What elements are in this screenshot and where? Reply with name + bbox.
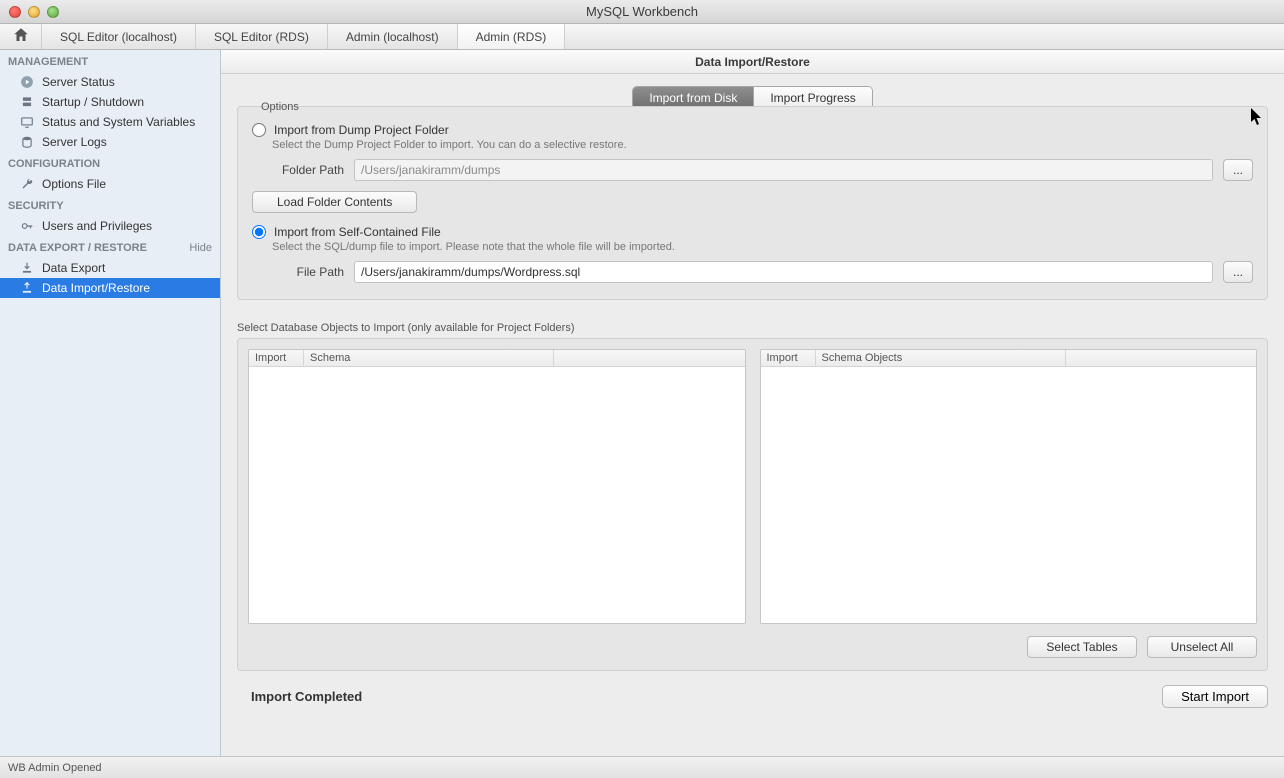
home-button[interactable] bbox=[0, 24, 42, 49]
wrench-icon bbox=[20, 177, 34, 191]
traffic-lights bbox=[9, 6, 59, 18]
key-icon bbox=[20, 219, 34, 233]
sidebar-item-label: Startup / Shutdown bbox=[42, 95, 144, 109]
sidebar-item-label: Options File bbox=[42, 177, 106, 191]
schema-table[interactable]: Import Schema bbox=[248, 349, 746, 624]
sidebar-item-label: Status and System Variables bbox=[42, 115, 195, 129]
titlebar: MySQL Workbench bbox=[0, 0, 1284, 24]
page-title: Data Import/Restore bbox=[221, 50, 1284, 74]
sidebar-section-data: DATA EXPORT / RESTORE Hide bbox=[0, 236, 220, 258]
tab-admin-localhost[interactable]: Admin (localhost) bbox=[328, 24, 458, 49]
import-status: Import Completed bbox=[251, 689, 362, 704]
sidebar-item-data-import-restore[interactable]: Data Import/Restore bbox=[0, 278, 220, 298]
sidebar: MANAGEMENT Server Status Startup / Shutd… bbox=[0, 50, 221, 756]
play-icon bbox=[20, 75, 34, 89]
sidebar-item-label: Data Export bbox=[42, 261, 105, 275]
status-bar-text: WB Admin Opened bbox=[8, 762, 102, 774]
sidebar-section-configuration: CONFIGURATION bbox=[0, 152, 220, 174]
objects-group-label: Select Database Objects to Import (only … bbox=[237, 322, 1268, 334]
file-path-input[interactable] bbox=[354, 261, 1213, 283]
sidebar-item-server-logs[interactable]: Server Logs bbox=[0, 132, 220, 152]
tab-sql-editor-rds[interactable]: SQL Editor (RDS) bbox=[196, 24, 328, 49]
radio-label: Import from Dump Project Folder bbox=[274, 123, 449, 137]
connection-tabs: SQL Editor (localhost) SQL Editor (RDS) … bbox=[0, 24, 1284, 50]
section-title: SECURITY bbox=[8, 200, 64, 212]
section-title: MANAGEMENT bbox=[8, 56, 88, 68]
home-icon bbox=[12, 26, 30, 47]
unselect-all-button[interactable]: Unselect All bbox=[1147, 636, 1257, 658]
folder-path-input[interactable] bbox=[354, 159, 1213, 181]
sidebar-item-users-privileges[interactable]: Users and Privileges bbox=[0, 216, 220, 236]
file-path-label: File Path bbox=[272, 265, 344, 279]
section-title: DATA EXPORT / RESTORE bbox=[8, 242, 147, 254]
main-panel: Data Import/Restore Import from Disk Imp… bbox=[221, 50, 1284, 756]
col-spacer bbox=[554, 350, 745, 366]
start-import-button[interactable]: Start Import bbox=[1162, 685, 1268, 708]
tab-admin-rds[interactable]: Admin (RDS) bbox=[458, 24, 566, 49]
close-window-button[interactable] bbox=[9, 6, 21, 18]
schema-objects-table-header: Import Schema Objects bbox=[761, 350, 1257, 367]
sidebar-item-label: Server Status bbox=[42, 75, 115, 89]
tab-label: Admin (RDS) bbox=[476, 30, 547, 44]
sidebar-item-label: Data Import/Restore bbox=[42, 281, 150, 295]
radio-label: Import from Self-Contained File bbox=[274, 225, 441, 239]
col-import[interactable]: Import bbox=[249, 350, 304, 366]
schema-table-header: Import Schema bbox=[249, 350, 745, 367]
tab-label: SQL Editor (RDS) bbox=[214, 30, 309, 44]
radio-import-self-contained[interactable] bbox=[252, 225, 266, 239]
sidebar-section-security: SECURITY bbox=[0, 194, 220, 216]
schema-table-body bbox=[249, 367, 745, 623]
sidebar-item-label: Server Logs bbox=[42, 135, 107, 149]
sidebar-item-status-variables[interactable]: Status and System Variables bbox=[0, 112, 220, 132]
sidebar-section-management: MANAGEMENT bbox=[0, 50, 220, 72]
tab-sql-editor-localhost[interactable]: SQL Editor (localhost) bbox=[42, 24, 196, 49]
col-schema-objects[interactable]: Schema Objects bbox=[816, 350, 1066, 366]
section-title: CONFIGURATION bbox=[8, 158, 100, 170]
col-schema[interactable]: Schema bbox=[304, 350, 554, 366]
schema-objects-table[interactable]: Import Schema Objects bbox=[760, 349, 1258, 624]
options-group-label: Options bbox=[258, 101, 302, 113]
col-import[interactable]: Import bbox=[761, 350, 816, 366]
window-title: MySQL Workbench bbox=[0, 4, 1284, 19]
log-icon bbox=[20, 135, 34, 149]
folder-path-label: Folder Path bbox=[272, 163, 344, 177]
select-tables-button[interactable]: Select Tables bbox=[1027, 636, 1137, 658]
tab-label: SQL Editor (localhost) bbox=[60, 30, 177, 44]
minimize-window-button[interactable] bbox=[28, 6, 40, 18]
server-icon bbox=[20, 95, 34, 109]
sidebar-item-startup-shutdown[interactable]: Startup / Shutdown bbox=[0, 92, 220, 112]
import-icon bbox=[20, 281, 34, 295]
folder-browse-button[interactable]: ... bbox=[1223, 159, 1253, 181]
monitor-icon bbox=[20, 115, 34, 129]
sidebar-item-options-file[interactable]: Options File bbox=[0, 174, 220, 194]
sidebar-item-server-status[interactable]: Server Status bbox=[0, 72, 220, 92]
col-spacer bbox=[1066, 350, 1257, 366]
load-folder-contents-button[interactable]: Load Folder Contents bbox=[252, 191, 417, 213]
zoom-window-button[interactable] bbox=[47, 6, 59, 18]
tab-label: Admin (localhost) bbox=[346, 30, 439, 44]
options-group: Options Import from Dump Project Folder … bbox=[237, 106, 1268, 300]
schema-objects-table-body bbox=[761, 367, 1257, 623]
self-contained-hint: Select the SQL/dump file to import. Plea… bbox=[272, 241, 1253, 253]
export-icon bbox=[20, 261, 34, 275]
dump-folder-hint: Select the Dump Project Folder to import… bbox=[272, 139, 1253, 151]
status-bar: WB Admin Opened bbox=[0, 756, 1284, 778]
sidebar-item-label: Users and Privileges bbox=[42, 219, 152, 233]
radio-import-dump-folder[interactable] bbox=[252, 123, 266, 137]
hide-section-button[interactable]: Hide bbox=[189, 242, 212, 254]
sidebar-item-data-export[interactable]: Data Export bbox=[0, 258, 220, 278]
file-browse-button[interactable]: ... bbox=[1223, 261, 1253, 283]
